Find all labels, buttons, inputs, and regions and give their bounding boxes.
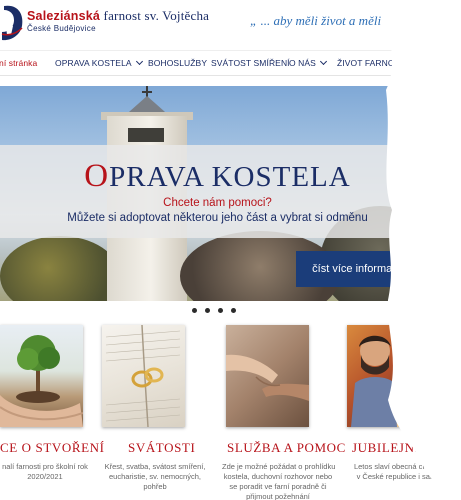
card-text: Křest, svatba, svátost smíření, eucharis… [100, 462, 210, 492]
nav-item-home[interactable]: ní stránka [0, 58, 37, 68]
card-text-line: Zde je možné požádat o prohlídku [222, 462, 336, 471]
site-header: Saleziánská farnost sv. Vojtěcha České B… [0, 0, 461, 48]
slider-dot[interactable] [218, 308, 223, 313]
card-text: nalí farnosti pro školní rok 2020/2021 [0, 462, 90, 482]
nav-item-oprava-kostela[interactable]: OPRAVA KOSTELA [55, 57, 143, 68]
card-text-line: v České republice i salesiá [356, 472, 446, 481]
card-text-line: nalí farnosti pro školní rok [2, 462, 88, 471]
card-text: Zde je možné požádat o prohlídku kostela… [222, 462, 336, 500]
motto: „ ... aby měli život a měli [250, 13, 382, 28]
salesian-logo-icon[interactable] [0, 4, 24, 42]
brand-name-bold: Saleziánská [27, 9, 101, 23]
card-text-line: Letos slaví obecná církev, cí [353, 462, 449, 471]
chevron-down-icon [135, 57, 143, 66]
slider-dot[interactable] [205, 308, 210, 313]
card-title[interactable]: SLUŽBA A POMOC [227, 440, 346, 456]
read-more-button[interactable]: číst více informací [296, 251, 417, 287]
slider-dot[interactable] [192, 308, 197, 313]
rings-on-bible-icon [105, 325, 181, 427]
slider-dots [192, 308, 242, 314]
card-title[interactable]: CE O STVOŘENÍ [0, 440, 105, 456]
nav-item-svatost-smireni[interactable]: SVÁTOST SMÍŘENÍ [211, 58, 290, 68]
card-image-saint[interactable] [347, 325, 430, 427]
hero-slider: OPRAVA KOSTELA Chcete nám pomoci? Můžete… [0, 86, 425, 301]
card-text-line: eucharistie, sv. nemocných, [109, 472, 201, 481]
plant-in-hands-icon [0, 335, 83, 427]
card-text-line: pohřeb [143, 482, 167, 491]
card-image-bible[interactable] [102, 325, 185, 427]
brand-name[interactable]: Saleziánská farnost sv. Vojtěcha [27, 8, 210, 24]
nav-item-bohosluzby[interactable]: BOHOSLUŽBY [148, 58, 207, 68]
main-nav: ní stránka OPRAVA KOSTELA BOHOSLUŽBY SVÁ… [0, 50, 461, 76]
nav-item-label: O NÁS [289, 58, 316, 68]
hero-title: OPRAVA KOSTELA [0, 158, 425, 195]
nav-item-o-nas[interactable]: O NÁS [289, 57, 327, 68]
card-text-line: kostela, duchovní rozhovor nebo [223, 472, 333, 481]
nav-item-label: ní stránka [0, 58, 38, 68]
card-image-hands[interactable] [226, 325, 309, 427]
card-text: Letos slaví obecná církev, cí v České re… [346, 462, 456, 482]
card-text-line: 2020/2021 [27, 472, 63, 481]
chevron-down-icon [319, 57, 327, 66]
card-title[interactable]: JUBILEJNÍ ROK [352, 440, 453, 456]
nav-item-label: OPRAVA KOSTELA [55, 58, 132, 68]
hero-description: Můžete si adoptovat některou jeho část a… [67, 212, 368, 224]
saint-joseph-icon [351, 335, 430, 427]
card-text-line: se poradit ve farní poradně či [229, 482, 327, 491]
slider-dot[interactable] [231, 308, 236, 313]
nav-item-label: ŽIVOT FARNO [337, 58, 395, 68]
brand-subtitle: České Budějovice [27, 24, 96, 33]
hero-subtitle: Chcete nám pomoci? [163, 197, 272, 209]
nav-item-label: SVÁTOST SMÍŘENÍ [211, 58, 290, 68]
holding-hands-icon [226, 354, 309, 401]
card-image-plant[interactable] [0, 325, 83, 427]
hero-title-rest: PRAVA KOSTELA [109, 161, 351, 193]
card-text-line: přijmout požehnání [246, 492, 310, 500]
church-tower-window [128, 128, 164, 142]
hero-title-initial: O [84, 158, 110, 194]
card-text-line: Křest, svatba, svátost smíření, [104, 462, 206, 471]
nav-item-label: BOHOSLUŽBY [148, 58, 208, 68]
card-title[interactable]: SVÁTOSTI [128, 440, 195, 456]
cross-icon-bar [142, 91, 152, 93]
brand-name-rest: farnost sv. Vojtěcha [103, 8, 210, 23]
hero-bg-tree [0, 236, 120, 301]
nav-item-zivot-farnosti[interactable]: ŽIVOT FARNO [337, 58, 395, 68]
